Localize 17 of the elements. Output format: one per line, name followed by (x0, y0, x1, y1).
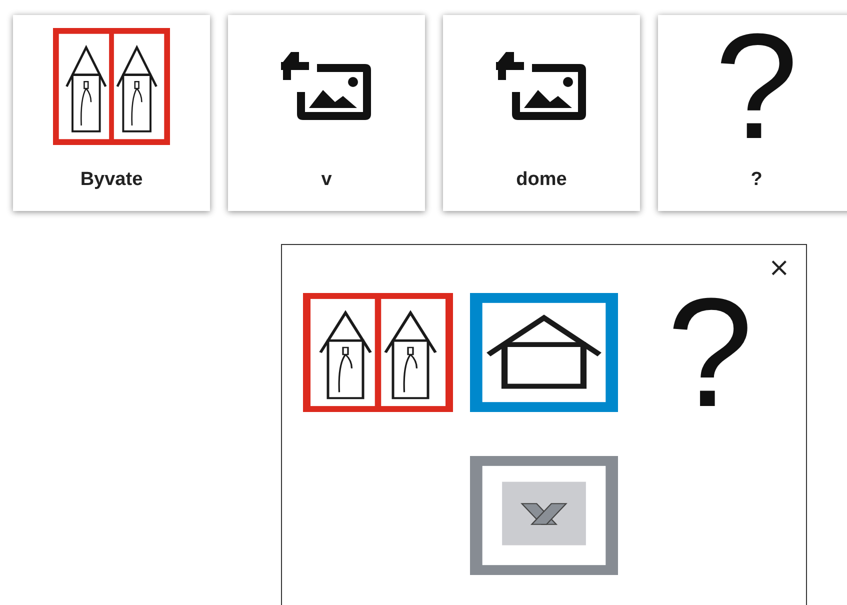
card-label: dome (516, 169, 567, 191)
two-houses-icon (53, 28, 170, 145)
symbol-card[interactable]: dome (443, 15, 640, 211)
card-label: v (321, 169, 332, 191)
add-image-icon (280, 52, 372, 122)
symbol-card[interactable]: Byvate (13, 15, 210, 211)
card-label: ? (750, 169, 762, 191)
question-mark-symbol: ? (714, 28, 798, 145)
two-houses-icon (303, 293, 453, 412)
close-button[interactable]: × (768, 255, 790, 281)
house-icon (470, 293, 618, 412)
symbol-card[interactable]: v (228, 15, 425, 211)
question-mark-symbol: ? (666, 293, 754, 412)
symbol-card[interactable]: ? ? (658, 15, 847, 211)
cross-icon (470, 456, 618, 575)
card-label: Byvate (80, 169, 143, 191)
add-image-icon (496, 52, 588, 122)
